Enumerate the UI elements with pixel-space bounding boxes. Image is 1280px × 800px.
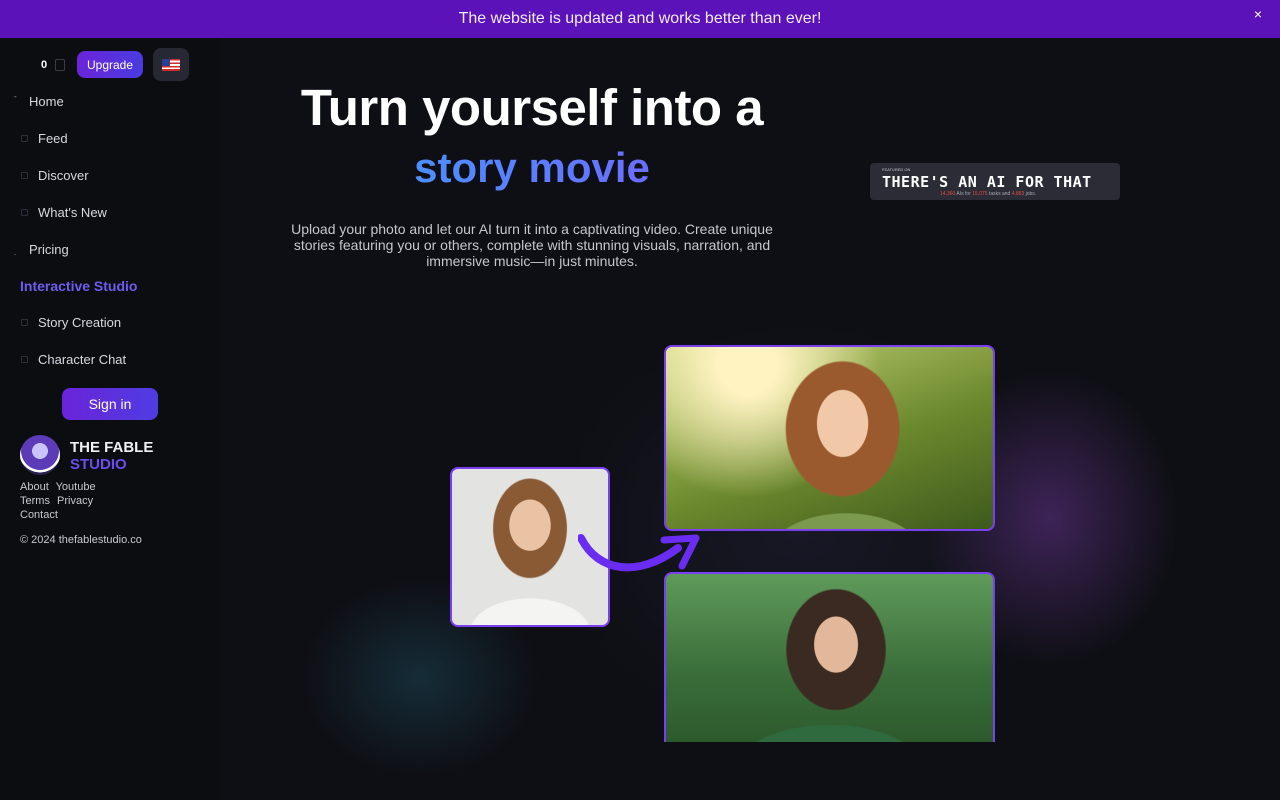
us-flag-icon [162,58,180,71]
footer-link-privacy[interactable]: Privacy [57,495,93,507]
story-creation-icon [21,318,28,326]
badge-stat-text-1: AIs for [955,191,973,197]
sidebar-item-label: Pricing [29,241,69,257]
sidebar-item-story-creation[interactable]: Story Creation [0,311,200,333]
announcement-banner: The website is updated and works better … [0,0,1280,38]
sidebar-item-label: Story Creation [38,314,122,330]
credits-count: 0 [41,59,48,71]
theres-an-ai-for-that-badge[interactable]: FEATURED ON THERE'S AN AI FOR THAT 14,36… [870,163,1120,200]
badge-stat-tasks: 15,075 [972,191,988,197]
sidebar-item-character-chat[interactable]: Character Chat [0,348,200,370]
badge-stat-jobs: 4,883 [1011,191,1025,197]
hero-description: Upload your photo and let our AI turn it… [291,221,773,269]
sidebar-item-pricing[interactable]: . Pricing [0,238,200,260]
sidebar-item-label: Discover [38,167,89,183]
badge-featured-label: FEATURED ON [882,167,911,172]
banner-message: The website is updated and works better … [458,10,822,27]
generated-photo-jungle [664,572,995,742]
sidebar-item-feed[interactable]: Feed [0,127,200,149]
main-content: Turn yourself into a story movie Upload … [220,38,1280,800]
sidebar-item-label: Feed [38,130,68,146]
brand-name-line2: STUDIO [70,456,127,473]
sign-in-button[interactable]: Sign in [62,388,158,420]
footer-link-youtube[interactable]: Youtube [56,481,96,493]
footer-link-contact[interactable]: Contact [20,509,58,521]
sidebar-item-label: Character Chat [38,351,127,367]
home-icon: - [14,92,17,101]
sidebar-item-discover[interactable]: Discover [0,164,200,186]
transform-arrow-icon [578,534,700,572]
sidebar: 0 Upgrade - Home Feed Discover What's Ne… [0,38,220,800]
whats-new-icon [21,208,28,216]
badge-title: THERE'S AN AI FOR THAT [882,173,1092,191]
generated-photo-forest [664,345,995,531]
badge-stat-text-2: tasks and [987,191,1012,197]
sidebar-item-label: What's New [38,204,107,220]
badge-stats: 14,360 AIs for 15,075 tasks and 4,883 jo… [940,191,1036,197]
sidebar-item-whats-new[interactable]: What's New [0,201,200,223]
wizard-logo-icon [20,435,60,475]
hero-title: Turn yourself into a [300,79,764,136]
copyright: © 2024 thefablestudio.co [20,534,142,546]
feed-icon [21,134,28,142]
hero-subtitle: story movie [290,144,774,192]
footer-link-terms[interactable]: Terms [20,495,50,507]
badge-stat-ais: 14,360 [940,191,956,197]
section-title-interactive-studio: Interactive Studio [20,278,138,294]
sidebar-topbar: 0 Upgrade [0,48,220,81]
language-selector[interactable] [153,48,189,81]
badge-stat-text-3: jobs. [1024,191,1037,197]
upgrade-button[interactable]: Upgrade [77,51,143,78]
character-chat-icon [21,355,28,363]
pricing-icon: . [14,248,17,257]
footer-link-about[interactable]: About [20,481,49,493]
close-icon[interactable]: × [1254,7,1262,21]
sidebar-item-label: Home [29,93,64,109]
credits-icon [55,59,65,71]
footer-links: About Youtube Terms Privacy Contact [20,480,100,522]
brand-name-line1: THE FABLE [70,439,154,456]
sidebar-item-home[interactable]: - Home [0,90,200,112]
discover-icon [21,171,28,179]
